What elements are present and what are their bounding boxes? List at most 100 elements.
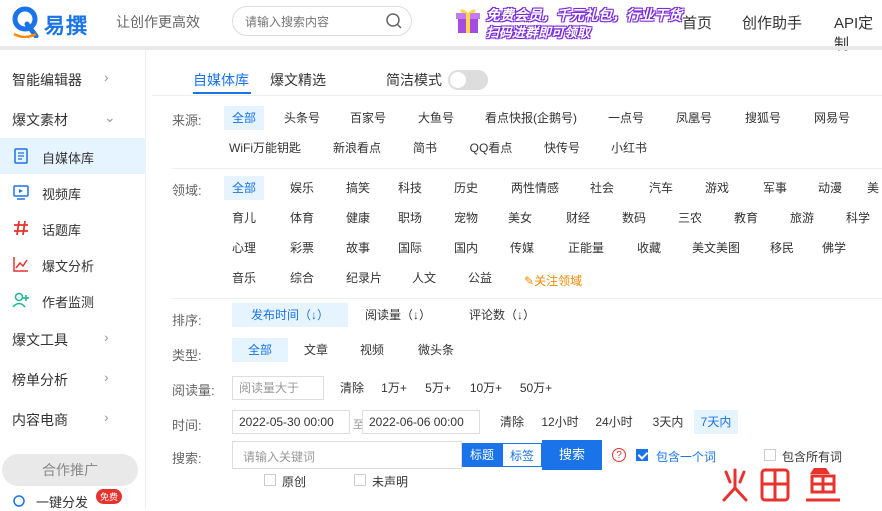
type-all[interactable]: 全部	[232, 338, 288, 362]
source-option-row2-1[interactable]: 新浪看点	[322, 136, 392, 160]
reads-50k[interactable]: 5万+	[418, 376, 458, 400]
sidebar-item-topic-library[interactable]: 话题库	[0, 210, 146, 246]
nav-home[interactable]: 首页	[682, 12, 712, 33]
source-option-0[interactable]: 全部	[224, 106, 264, 130]
field-option-row2-4[interactable]: 宠物	[444, 206, 488, 230]
field-option-row3-6[interactable]: 正能量	[556, 236, 616, 260]
field-option-4[interactable]: 历史	[444, 176, 488, 200]
field-option-row2-8[interactable]: 三农	[668, 206, 712, 230]
field-option-row2-11[interactable]: 科学	[836, 206, 880, 230]
source-option-6[interactable]: 凤凰号	[666, 106, 722, 130]
sidebar-item-smart-editor[interactable]: 智能编辑器 ›	[0, 60, 146, 96]
reads-500k[interactable]: 50万+	[514, 376, 558, 400]
type-video[interactable]: 视频	[350, 338, 394, 362]
field-option-row3-3[interactable]: 国际	[390, 236, 430, 260]
source-option-7[interactable]: 搜狐号	[734, 106, 792, 130]
search-icon[interactable]	[385, 12, 403, 30]
nav-writing-assistant[interactable]: 创作助手	[742, 12, 802, 33]
search-by-title[interactable]: 标题	[462, 443, 502, 467]
promo-banner[interactable]: 免费会员，千元礼包，行业干货 扫码进群即可领取	[456, 3, 684, 40]
tab-media-library[interactable]: 自媒体库	[193, 70, 249, 90]
search-by-tag[interactable]: 标签	[502, 443, 542, 467]
field-option-row3-4[interactable]: 国内	[444, 236, 488, 260]
field-option-row3-1[interactable]: 彩票	[280, 236, 324, 260]
reads-10k[interactable]: 1万+	[376, 376, 412, 400]
source-option-5[interactable]: 一点号	[598, 106, 654, 130]
field-option-2[interactable]: 搞笑	[336, 176, 380, 200]
sort-reads[interactable]: 阅读量（↓）	[358, 303, 438, 327]
sort-comments[interactable]: 评论数（↓）	[462, 303, 542, 327]
type-micro-headline[interactable]: 微头条	[410, 338, 462, 362]
reads-100k[interactable]: 10万+	[464, 376, 508, 400]
field-option-row4-0[interactable]: 音乐	[224, 266, 264, 290]
field-option-row4-1[interactable]: 综合	[280, 266, 324, 290]
keyword-input[interactable]: 请输入关键词	[232, 441, 462, 469]
search-button[interactable]: 搜索	[542, 440, 602, 470]
time-24h[interactable]: 24小时	[590, 410, 638, 434]
field-option-10[interactable]: 动漫	[808, 176, 852, 200]
field-option-row3-5[interactable]: 传媒	[500, 236, 544, 260]
time-clear[interactable]: 清除	[492, 410, 532, 434]
field-option-row3-9[interactable]: 移民	[760, 236, 804, 260]
field-option-row3-0[interactable]: 心理	[224, 236, 264, 260]
source-option-3[interactable]: 大鱼号	[408, 106, 464, 130]
field-option-9[interactable]: 军事	[754, 176, 796, 200]
source-option-row2-5[interactable]: 小红书	[600, 136, 658, 160]
cooperation-button[interactable]: 合作推广	[2, 454, 138, 486]
time-end-input[interactable]: 2022-06-06 00:00	[362, 410, 480, 434]
time-3d[interactable]: 3天内	[644, 410, 692, 434]
field-option-row2-3[interactable]: 职场	[390, 206, 430, 230]
field-option-row3-10[interactable]: 佛学	[812, 236, 856, 260]
reads-clear[interactable]: 清除	[334, 376, 370, 400]
source-option-row2-4[interactable]: 快传号	[532, 136, 592, 160]
field-option-6[interactable]: 社会	[580, 176, 624, 200]
tab-viral-picks[interactable]: 爆文精选	[270, 70, 326, 90]
time-7d[interactable]: 7天内	[694, 410, 738, 434]
source-option-row2-0[interactable]: WiFi万能钥匙	[224, 136, 306, 160]
sidebar-item-author-monitor[interactable]: 作者监测	[0, 282, 146, 318]
time-start-input[interactable]: 2022-05-30 00:00	[232, 410, 350, 434]
source-option-row2-2[interactable]: 简书	[400, 136, 450, 160]
field-option-1[interactable]: 娱乐	[280, 176, 324, 200]
sidebar-item-media-library[interactable]: 自媒体库	[0, 138, 146, 174]
field-option-5[interactable]: 两性情感	[500, 176, 570, 200]
field-option-row4-2[interactable]: 纪录片	[336, 266, 392, 290]
type-article[interactable]: 文章	[294, 338, 338, 362]
field-option-row4-3[interactable]: 人文	[402, 266, 446, 290]
field-option-row3-7[interactable]: 收藏	[624, 236, 674, 260]
undeclared-checkbox[interactable]	[354, 474, 366, 486]
include-all-checkbox[interactable]	[764, 449, 776, 461]
source-option-2[interactable]: 百家号	[340, 106, 396, 130]
source-option-8[interactable]: 网易号	[804, 106, 860, 130]
field-option-row3-2[interactable]: 故事	[336, 236, 380, 260]
source-option-4[interactable]: 看点快报(企鹅号)	[472, 106, 590, 130]
field-option-row2-5[interactable]: 美女	[500, 206, 540, 230]
include-one-checkbox[interactable]	[636, 449, 648, 461]
field-option-7[interactable]: 汽车	[640, 176, 682, 200]
field-option-row3-8[interactable]: 美文美图	[684, 236, 748, 260]
sidebar-item-video-library[interactable]: 视频库	[0, 174, 146, 210]
field-option-row2-10[interactable]: 旅游	[780, 206, 824, 230]
original-checkbox[interactable]	[264, 474, 276, 486]
global-search[interactable]	[232, 6, 412, 36]
sort-publish-time[interactable]: 发布时间（↓）	[232, 303, 348, 327]
field-option-row4-4[interactable]: 公益	[458, 266, 502, 290]
time-12h[interactable]: 12小时	[536, 410, 584, 434]
help-icon[interactable]: ?	[612, 448, 626, 462]
field-option-0[interactable]: 全部	[224, 176, 264, 200]
field-option-row2-0[interactable]: 育儿	[224, 206, 264, 230]
sidebar-item-viral-analysis[interactable]: 爆文分析	[0, 246, 146, 282]
field-option-row2-9[interactable]: 教育	[724, 206, 768, 230]
source-option-1[interactable]: 头条号	[272, 106, 332, 130]
field-option-11[interactable]: 美	[864, 176, 882, 200]
logo[interactable]: 易撰	[10, 4, 102, 40]
sidebar-item-viral-materials[interactable]: 爆文素材 ⌄	[0, 100, 146, 136]
simple-mode-toggle[interactable]	[448, 70, 488, 90]
search-input[interactable]	[245, 13, 385, 31]
follow-field-link[interactable]: ✎关注领域	[524, 272, 582, 289]
field-option-row2-2[interactable]: 健康	[336, 206, 380, 230]
one-click-distribute[interactable]: 一键分发	[36, 492, 88, 511]
field-option-row2-6[interactable]: 财经	[556, 206, 600, 230]
field-option-row2-7[interactable]: 数码	[612, 206, 656, 230]
field-option-3[interactable]: 科技	[390, 176, 430, 200]
